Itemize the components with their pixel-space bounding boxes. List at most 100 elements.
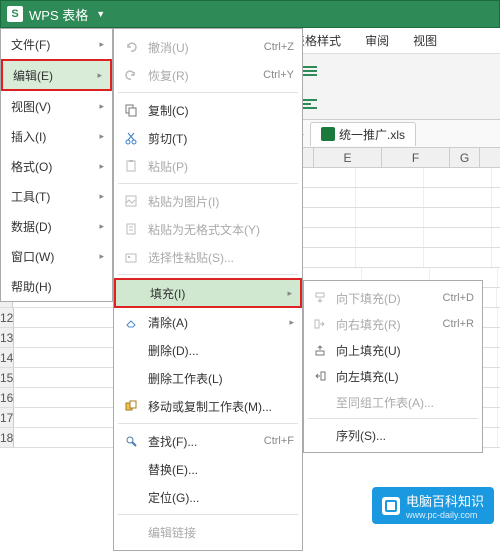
blank-icon <box>122 523 140 541</box>
app-dropdown-icon[interactable]: ▼ <box>96 9 105 19</box>
menu-fill[interactable]: 填充(I) ▸ <box>114 278 302 308</box>
cell[interactable] <box>424 168 492 187</box>
menu-cut[interactable]: 剪切(T) <box>114 124 302 152</box>
row-header[interactable]: 17 <box>0 408 14 427</box>
menu-edit[interactable]: 编辑(E) ▸ <box>1 59 112 91</box>
cell[interactable] <box>424 188 492 207</box>
menu-label: 帮助(H) <box>11 278 52 295</box>
menu-edit-link[interactable]: 编辑链接 <box>114 518 302 546</box>
fill-up[interactable]: 向上填充(U) <box>304 337 482 363</box>
menu-data[interactable]: 数据(D)▸ <box>1 211 112 241</box>
col-header-f[interactable]: F <box>382 148 450 167</box>
menu-paste-special[interactable]: 选择性粘贴(S)... <box>114 243 302 271</box>
menu-item-label: 向下填充(D) <box>336 290 435 307</box>
document-tab[interactable]: 统一推广.xls <box>310 122 416 146</box>
title-bar: S WPS 表格 ▼ <box>0 0 500 28</box>
fill-up-icon <box>312 342 328 358</box>
menu-undo[interactable]: 撤消(U) Ctrl+Z <box>114 33 302 61</box>
row-header[interactable]: 12 <box>0 308 14 327</box>
menu-item-label: 定位(G)... <box>148 489 294 506</box>
menu-label: 数据(D) <box>11 218 52 235</box>
menu-file[interactable]: 文件(F)▸ <box>1 29 112 59</box>
shortcut-label: Ctrl+R <box>443 318 474 330</box>
menu-paste[interactable]: 粘贴(P) <box>114 152 302 180</box>
chevron-right-icon: ▸ <box>99 191 104 202</box>
copy-icon <box>122 101 140 119</box>
menu-view[interactable]: 视图(V)▸ <box>1 91 112 121</box>
menu-delete[interactable]: 删除(D)... <box>114 336 302 364</box>
cell[interactable] <box>424 228 492 247</box>
row-header[interactable]: 14 <box>0 348 14 367</box>
paste-text-icon <box>122 220 140 238</box>
cell[interactable] <box>492 168 500 187</box>
blank-icon <box>122 369 140 387</box>
menu-item-label: 粘贴为无格式文本(Y) <box>148 221 294 238</box>
cut-icon <box>122 129 140 147</box>
shortcut-label: Ctrl+D <box>443 292 474 304</box>
cell[interactable] <box>492 248 500 267</box>
fill-down[interactable]: 向下填充(D) Ctrl+D <box>304 285 482 311</box>
menu-label: 插入(I) <box>11 128 46 145</box>
menu-item-label: 向右填充(R) <box>336 316 435 333</box>
undo-icon <box>122 38 140 56</box>
menu-item-label: 撤消(U) <box>148 39 256 56</box>
menu-tools[interactable]: 工具(T)▸ <box>1 181 112 211</box>
blank-icon <box>124 284 142 302</box>
row-header[interactable]: 13 <box>0 328 14 347</box>
cell[interactable] <box>424 208 492 227</box>
fill-right[interactable]: 向右填充(R) Ctrl+R <box>304 311 482 337</box>
menu-move-sheet[interactable]: 移动或复制工作表(M)... <box>114 392 302 420</box>
edit-submenu: 撤消(U) Ctrl+Z 恢复(R) Ctrl+Y 复制(C) 剪切(T) 粘贴… <box>113 28 303 551</box>
row-header[interactable]: 15 <box>0 368 14 387</box>
paste-icon <box>122 157 140 175</box>
menu-copy[interactable]: 复制(C) <box>114 96 302 124</box>
cell[interactable] <box>356 188 424 207</box>
fill-series[interactable]: 序列(S)... <box>304 422 482 448</box>
chevron-right-icon: ▸ <box>99 251 104 262</box>
menu-goto[interactable]: 定位(G)... <box>114 483 302 511</box>
menu-delete-sheet[interactable]: 删除工作表(L) <box>114 364 302 392</box>
menu-replace[interactable]: 替换(E)... <box>114 455 302 483</box>
row-header[interactable]: 18 <box>0 428 14 447</box>
menu-window[interactable]: 窗口(W)▸ <box>1 241 112 271</box>
fill-right-icon <box>312 316 328 332</box>
chevron-right-icon: ▸ <box>97 70 102 81</box>
menu-find[interactable]: 查找(F)... Ctrl+F <box>114 427 302 455</box>
fill-left-icon <box>312 368 328 384</box>
menu-item-label: 恢复(R) <box>148 67 255 84</box>
cell[interactable] <box>492 228 500 247</box>
col-header-g[interactable]: G <box>450 148 480 167</box>
menu-clear[interactable]: 清除(A) ▸ <box>114 308 302 336</box>
cell[interactable] <box>356 168 424 187</box>
menu-format[interactable]: 格式(O)▸ <box>1 151 112 181</box>
menu-help[interactable]: 帮助(H) <box>1 271 112 301</box>
menu-paste-image[interactable]: 粘贴为图片(I) <box>114 187 302 215</box>
cell[interactable] <box>356 248 424 267</box>
menu-item-label: 向左填充(L) <box>336 368 474 385</box>
menu-paste-plain[interactable]: 粘贴为无格式文本(Y) <box>114 215 302 243</box>
cell[interactable] <box>492 188 500 207</box>
cell[interactable] <box>424 248 492 267</box>
eraser-icon <box>122 313 140 331</box>
menu-item-label: 替换(E)... <box>148 461 294 478</box>
menu-insert[interactable]: 插入(I)▸ <box>1 121 112 151</box>
tab-review[interactable]: 审阅 <box>353 28 401 53</box>
menu-item-label: 移动或复制工作表(M)... <box>148 398 294 415</box>
col-header-e[interactable]: E <box>314 148 382 167</box>
cell[interactable] <box>356 208 424 227</box>
cell[interactable] <box>356 228 424 247</box>
fill-group-sheets[interactable]: 至同组工作表(A)... <box>304 389 482 415</box>
cell[interactable] <box>492 208 500 227</box>
watermark-text: 电脑百科知识 <box>406 494 484 509</box>
fill-left[interactable]: 向左填充(L) <box>304 363 482 389</box>
menu-item-label: 编辑链接 <box>148 524 294 541</box>
row-header[interactable]: 16 <box>0 388 14 407</box>
watermark-icon <box>382 497 400 515</box>
menu-label: 编辑(E) <box>13 67 53 84</box>
menu-label: 格式(O) <box>11 158 52 175</box>
shortcut-label: Ctrl+Z <box>264 41 294 53</box>
menu-redo[interactable]: 恢复(R) Ctrl+Y <box>114 61 302 89</box>
menu-item-label: 剪切(T) <box>148 130 294 147</box>
xls-file-icon <box>321 127 335 141</box>
tab-view[interactable]: 视图 <box>401 28 449 53</box>
